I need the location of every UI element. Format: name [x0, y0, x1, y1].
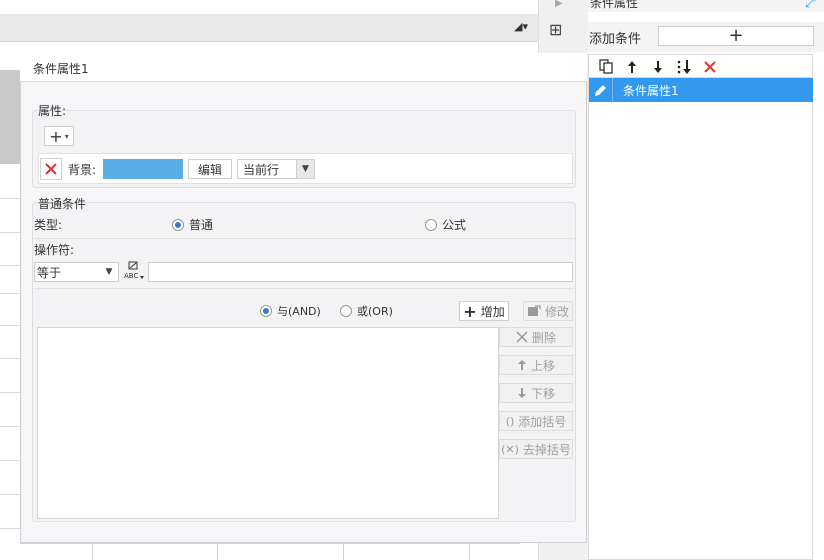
plus-icon: + — [463, 301, 477, 321]
divider — [34, 238, 576, 239]
delete-button[interactable]: 删除 — [499, 327, 573, 347]
copy-icon[interactable] — [595, 57, 617, 77]
move-down-button-label: 下移 — [530, 386, 555, 401]
grid-line — [92, 543, 93, 560]
grid-line — [0, 198, 20, 199]
move-down-button[interactable]: 下移 — [499, 383, 573, 403]
delete-button-label: 删除 — [531, 330, 556, 345]
dropdown-caret-icon: ▾ — [64, 131, 69, 141]
grid-line — [343, 543, 344, 560]
arrow-up-icon[interactable] — [621, 57, 643, 77]
type-radio-normal[interactable]: 普通 — [172, 216, 213, 233]
value-type-icon[interactable]: ABC — [123, 261, 145, 284]
close-icon — [516, 331, 528, 343]
plus-icon: + — [728, 25, 744, 46]
add-condition-button[interactable]: + — [658, 26, 814, 46]
grid-line — [0, 293, 20, 294]
radio-unchecked-icon — [340, 305, 352, 317]
delete-icon[interactable] — [699, 57, 721, 77]
modify-button-label: 修改 — [544, 304, 569, 319]
add-condition-item-button[interactable]: + 增加 — [459, 301, 509, 321]
grid-line — [0, 265, 20, 266]
condition-list-toolbar — [588, 54, 813, 78]
arrow-down-icon[interactable] — [647, 57, 669, 77]
grid-line — [0, 460, 20, 461]
grid-line — [217, 543, 218, 560]
remove-bracket-button-label: 去掉括号 — [522, 442, 571, 457]
cell-attribute-icon[interactable]: ⊞ — [549, 20, 562, 39]
move-up-button[interactable]: 上移 — [499, 355, 573, 375]
grid-line — [0, 232, 20, 233]
modify-button[interactable]: 修改 — [523, 301, 573, 321]
grid-line — [0, 426, 20, 427]
toolbar-dropdown-icon[interactable]: ◢▾ — [514, 20, 528, 33]
add-bracket-button[interactable]: () 添加括号 — [499, 411, 573, 431]
attributes-label: 属性: — [38, 104, 67, 118]
radio-checked-icon — [172, 218, 184, 231]
logic-radio-and-label: 与(AND) — [277, 305, 321, 318]
condition-value-input[interactable] — [148, 262, 573, 282]
logic-radio-or[interactable]: 或(OR) — [340, 303, 393, 319]
grid-line — [0, 325, 20, 326]
common-conditions-label: 普通条件 — [38, 197, 87, 211]
sheet-header-block — [0, 70, 20, 164]
sheet-toolbar: ◢▾ — [0, 14, 538, 42]
dialog-title: 条件属性1 — [33, 62, 89, 76]
operator-select[interactable]: 等于 ▼ — [34, 262, 119, 282]
add-attribute-button[interactable]: + ▾ — [44, 126, 74, 146]
logic-radio-and[interactable]: 与(AND) — [260, 303, 321, 319]
plus-icon: + — [49, 126, 63, 146]
type-radio-normal-label: 普通 — [189, 218, 214, 232]
chevron-down-icon: ▼ — [105, 267, 113, 277]
chevron-down-icon: ▼ — [296, 160, 314, 178]
background-color-swatch[interactable] — [103, 159, 183, 179]
grid-line — [469, 543, 470, 560]
arrow-down-icon — [517, 388, 526, 398]
operator-select-value: 等于 — [37, 265, 62, 280]
type-label: 类型: — [34, 218, 63, 232]
grid-line — [0, 494, 20, 495]
sort-icon[interactable] — [673, 57, 695, 77]
modify-icon — [527, 305, 541, 316]
bracket-icon: () — [505, 414, 515, 428]
add-bracket-button-label: 添加括号 — [518, 414, 567, 429]
scope-select-value: 当前行 — [243, 162, 280, 177]
background-label: 背景: — [68, 163, 97, 177]
move-up-button-label: 上移 — [530, 358, 555, 373]
dialog-title-bar — [20, 53, 587, 82]
grid-line — [0, 358, 20, 359]
add-condition-label: 添加条件 — [589, 32, 642, 47]
remove-bracket-button[interactable]: (✕) 去掉括号 — [499, 439, 573, 459]
grid-line — [0, 528, 20, 529]
condition-list-item[interactable]: 条件属性1 — [589, 78, 813, 102]
type-radio-formula-label: 公式 — [442, 218, 467, 232]
scope-select[interactable]: 当前行 ▼ — [237, 159, 315, 179]
arrow-up-icon — [517, 360, 526, 370]
operator-label: 操作符: — [34, 243, 75, 257]
logic-radio-or-label: 或(OR) — [357, 305, 393, 318]
edit-pencil-icon[interactable] — [589, 78, 613, 102]
collapse-arrow-icon[interactable]: ▶ — [555, 0, 563, 9]
svg-text:ABC: ABC — [124, 272, 138, 280]
close-icon — [45, 163, 57, 175]
remove-attribute-button[interactable] — [40, 158, 62, 180]
divider — [34, 288, 574, 289]
condition-item-label: 条件属性1 — [623, 83, 679, 98]
add-button-label: 增加 — [480, 304, 505, 319]
condition-items-list[interactable] — [37, 327, 499, 519]
sheet-bottom-row — [20, 543, 520, 560]
grid-line — [0, 392, 20, 393]
condition-list — [588, 77, 813, 560]
edit-background-button[interactable]: 编辑 — [188, 159, 232, 179]
remove-bracket-icon: (✕) — [501, 442, 519, 456]
expand-icon[interactable]: ⤢ — [805, 0, 815, 11]
radio-checked-icon — [260, 305, 272, 317]
panel-title: 条件属性 — [590, 0, 639, 10]
radio-unchecked-icon — [425, 218, 437, 231]
type-radio-formula[interactable]: 公式 — [425, 216, 466, 233]
